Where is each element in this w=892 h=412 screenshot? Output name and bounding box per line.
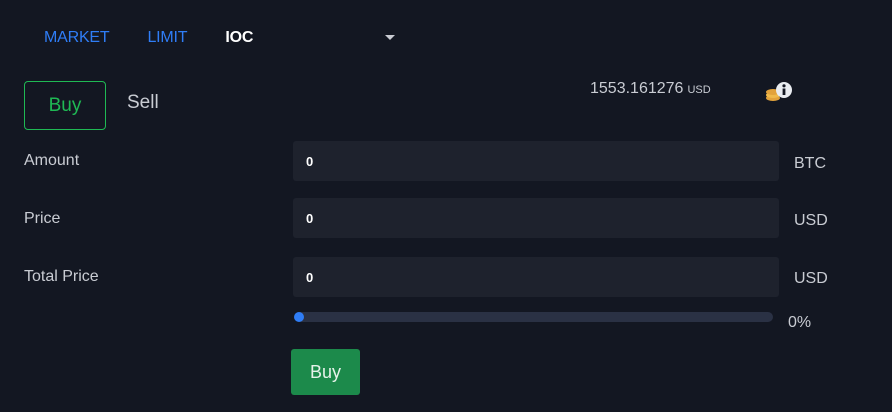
chevron-down-icon[interactable] xyxy=(385,35,395,40)
tab-ioc[interactable]: IOC xyxy=(225,29,253,47)
tab-market[interactable]: MARKET xyxy=(44,29,110,47)
total-price-unit: USD xyxy=(794,270,828,287)
amount-input[interactable] xyxy=(293,141,779,181)
total-price-label: Total Price xyxy=(24,268,99,285)
order-type-tabs: MARKET LIMIT IOC xyxy=(44,27,253,49)
balance-unit: USD xyxy=(687,84,711,96)
price-label: Price xyxy=(24,210,61,227)
amount-label: Amount xyxy=(24,152,80,169)
balance-amount: 1553.161276 xyxy=(590,80,684,97)
amount-unit: BTC xyxy=(794,155,826,172)
submit-buy-button[interactable]: Buy xyxy=(291,349,360,395)
slider-handle[interactable] xyxy=(294,312,304,322)
tab-limit[interactable]: LIMIT xyxy=(147,29,187,47)
buy-side-button[interactable]: Buy xyxy=(24,81,106,130)
coins-info-icon[interactable] xyxy=(763,80,797,104)
slider-percent-label: 0% xyxy=(788,314,812,331)
total-price-input[interactable] xyxy=(293,257,779,297)
percentage-slider[interactable] xyxy=(294,312,773,322)
sell-side-button[interactable]: Sell xyxy=(127,92,159,114)
price-input[interactable] xyxy=(293,198,779,238)
order-panel: MARKET LIMIT IOC Buy Sell 1553.161276 US… xyxy=(0,0,892,412)
price-unit: USD xyxy=(794,212,828,229)
balance-display: 1553.161276 USD xyxy=(590,80,711,98)
